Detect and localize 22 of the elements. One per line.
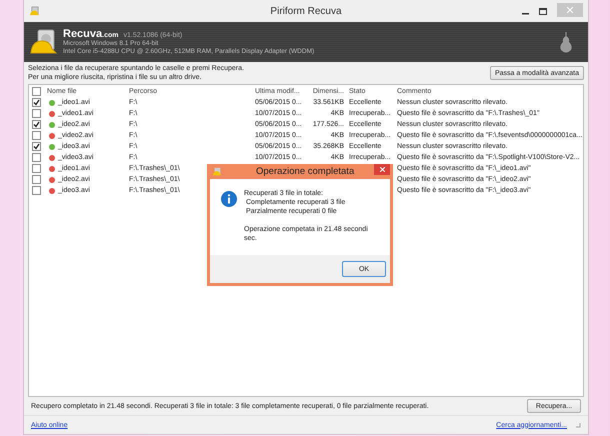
- close-icon: [380, 167, 384, 172]
- checkbox[interactable]: [32, 175, 41, 184]
- checkbox[interactable]: [32, 120, 41, 129]
- checkbox[interactable]: [32, 87, 41, 96]
- info-icon: [221, 191, 237, 207]
- checkbox[interactable]: [32, 131, 41, 140]
- checkbox[interactable]: [32, 98, 41, 107]
- resize-grip-icon[interactable]: [575, 422, 581, 428]
- checkbox[interactable]: [32, 153, 41, 162]
- window-title: Piriform Recuva: [269, 6, 343, 16]
- close-button[interactable]: [374, 164, 390, 175]
- dialog-title: Operazione completata: [256, 166, 354, 177]
- checkbox[interactable]: [32, 164, 41, 173]
- maximize-icon[interactable]: [539, 8, 547, 14]
- hard-hat-icon: [30, 29, 58, 55]
- close-icon: [567, 7, 573, 13]
- pear-icon: [558, 30, 574, 54]
- checkbox[interactable]: [32, 109, 41, 118]
- hard-hat-icon: [212, 166, 222, 176]
- hard-hat-icon: [29, 6, 40, 16]
- checkbox[interactable]: [32, 142, 41, 151]
- checkbox[interactable]: [32, 186, 41, 195]
